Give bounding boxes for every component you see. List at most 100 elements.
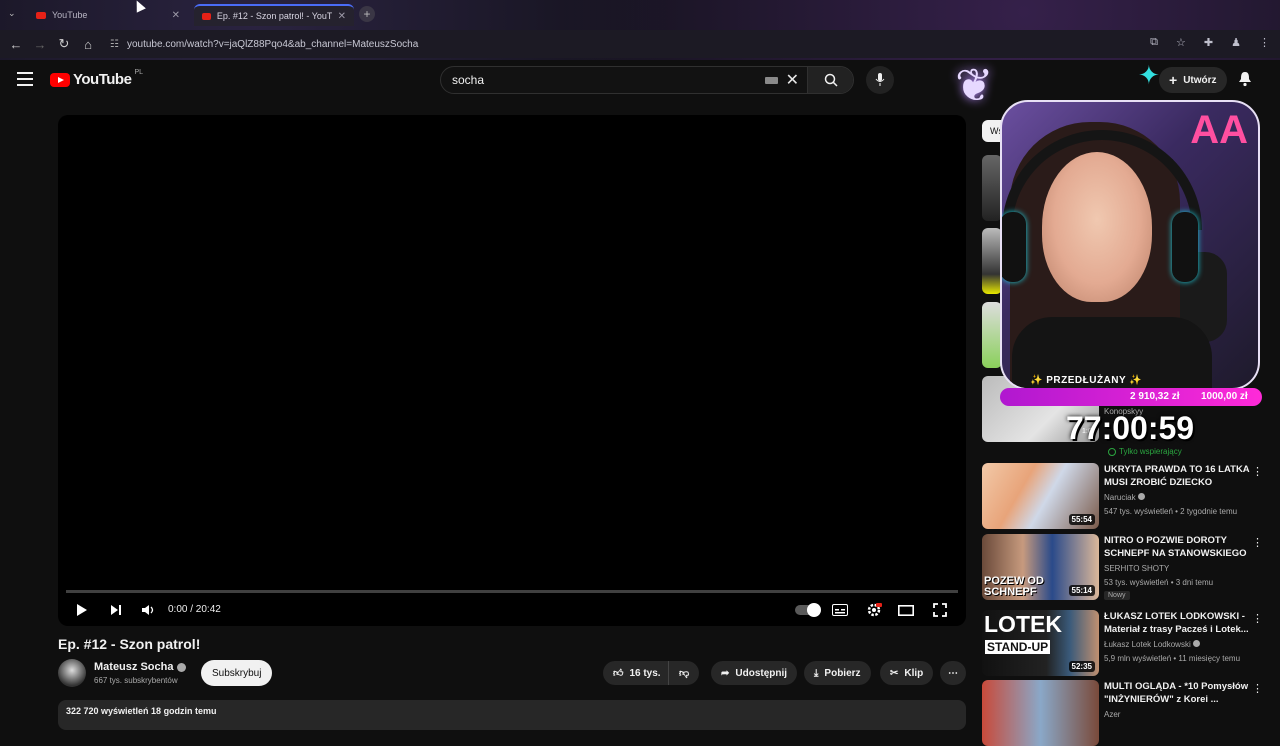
youtube-logo[interactable]: YouTube PL [50,69,143,88]
video-title: Ep. #12 - Szon patrol! [58,636,201,652]
recommendation-item[interactable]: MULTI OGLĄDA - *10 Pomysłów "INŻYNIERÓW"… [982,680,1272,746]
dislike-button[interactable]: 👎︎ [668,661,700,685]
autoplay-toggle[interactable] [792,597,822,623]
play-button[interactable] [72,597,92,623]
next-icon [111,605,121,615]
player-controls: 0:00 / 20:42 [58,597,966,623]
share-button[interactable]: ➦ Udostępnij [711,661,798,685]
youtube-header: YouTube PL ✕ + Utwórz [0,60,1280,100]
more-vertical-icon[interactable]: ⋮ [1252,465,1263,478]
channel-avatar[interactable] [58,659,86,687]
theater-mode-button[interactable] [896,597,916,623]
verified-icon [1137,493,1145,500]
url-field[interactable]: ☷ youtube.com/watch?v=jaQlZ88Pqo4&ab_cha… [110,33,1170,55]
thumbnail-subcaption: STAND-UP [985,640,1051,654]
tab-youtube[interactable]: YouTube ✕ [28,4,188,26]
search-input[interactable] [441,73,765,87]
address-bar-row: ← → ↻ ⌂ ☷ youtube.com/watch?v=jaQlZ88Pqo… [0,30,1280,58]
keyboard-icon[interactable] [764,76,778,84]
more-actions-button[interactable]: ⋯ [940,661,966,685]
video-meta: 53 tys. wyświetleń • 3 dni temu [1104,578,1214,587]
video-title[interactable]: ŁUKASZ LOTEK LODKOWSKI - Materiał z tras… [1104,610,1254,636]
more-vertical-icon[interactable]: ⋮ [1252,682,1263,695]
channel-name-text: Mateusz Socha [94,661,174,673]
thumbnail-caption: LOTEK [984,611,1062,637]
forward-icon[interactable]: → [28,32,52,56]
clip-button[interactable]: ✂ Klip [880,661,934,685]
video-player[interactable]: 0:00 / 20:42 [58,115,966,626]
reload-icon[interactable]: ↻ [52,32,76,56]
description-box[interactable]: 322 720 wyświetleń 18 godzin temu [58,700,966,730]
close-icon[interactable]: ✕ [172,10,180,21]
channel-name[interactable]: Mateusz Socha [94,661,187,673]
progress-bar[interactable] [66,590,958,593]
create-button[interactable]: + Utwórz [1159,67,1227,93]
extensions-icon[interactable]: ✚ [1204,36,1213,49]
bookmark-star-icon[interactable]: ☆ [1176,36,1186,49]
channel-name[interactable]: Łukasz Lotek Lodkowski [1104,640,1200,649]
microphone-icon [875,73,885,86]
notifications-bell-icon[interactable] [1238,71,1252,92]
gear-icon [867,603,882,617]
back-icon[interactable]: ← [4,32,28,56]
channel-name[interactable]: Naruciak [1104,493,1145,502]
close-icon[interactable]: ✕ [338,11,346,22]
webcam-overlay: AA [1000,100,1260,390]
clear-search-icon[interactable]: ✕ [786,70,799,90]
plus-icon: + [1169,72,1178,88]
country-code: PL [134,69,143,76]
next-button[interactable] [106,597,126,623]
video-title[interactable]: MULTI OGLĄDA - *10 Pomysłów "INŻYNIERÓW"… [1104,680,1254,706]
volume-button[interactable] [138,597,158,623]
profile-icon[interactable]: ♟ [1231,36,1241,49]
voice-search-button[interactable] [866,66,894,94]
thumbs-down-icon: 👎︎ [679,668,690,679]
more-vertical-icon[interactable]: ⋮ [1252,612,1263,625]
more-horizontal-icon: ⋯ [948,667,958,679]
download-button[interactable]: ⤓ Pobierz [804,661,871,685]
subscribe-button[interactable]: Subskrybuj [201,660,273,686]
subtitles-button[interactable] [830,597,850,623]
partial-thumbnail[interactable] [982,302,1002,368]
partial-thumbnail[interactable] [982,228,1002,294]
like-button[interactable]: 👍︎ 16 tys. [603,661,671,685]
new-tab-button[interactable]: + [359,6,375,22]
download-label: Pobierz [824,667,861,679]
video-thumbnail[interactable] [982,680,1099,746]
channel-name[interactable]: Azer [1104,710,1120,719]
fullscreen-button[interactable] [930,597,950,623]
recommendation-item[interactable]: 55:54 UKRYTA PRAWDA TO 16 LATKA MUSI ZRO… [982,463,1272,529]
play-icon [77,604,87,616]
youtube-favicon-icon [36,11,46,19]
tab-search-chevron-icon[interactable]: ⌄ [8,8,16,19]
install-app-icon[interactable]: ⧉ [1150,36,1158,49]
video-title[interactable]: NITRO O POZWIE DOROTY SCHNEPF NA STANOWS… [1104,534,1254,560]
recommendation-item[interactable]: POZEW OD SCHNEPF 55:14 NITRO O POZWIE DO… [982,534,1272,600]
channel-name[interactable]: SERHITO SHOTY [1104,564,1169,573]
thumbnail-caption: POZEW OD SCHNEPF [984,575,1044,598]
scissors-icon: ✂ [890,667,899,679]
tab-video[interactable]: Ep. #12 - Szon patrol! - YouTube ✕ [194,4,354,26]
search-icon [824,73,838,87]
video-thumbnail[interactable]: 55:54 [982,463,1099,529]
settings-button[interactable] [864,597,884,623]
youtube-favicon-icon [202,12,211,20]
share-arrow-icon: ➦ [721,667,730,679]
site-info-icon[interactable]: ☷ [110,39,119,50]
hamburger-menu-icon[interactable] [17,72,33,90]
home-icon[interactable]: ⌂ [76,32,100,56]
recommendation-item[interactable]: LOTEK STAND-UP 52:35 ŁUKASZ LOTEK LODKOW… [982,610,1272,676]
more-vertical-icon[interactable]: ⋮ [1252,536,1263,549]
search-button[interactable] [807,67,853,93]
subscriber-count: 667 tys. subskrybentów [94,676,178,685]
youtube-play-logo-icon [50,72,70,87]
extended-stream-banner: ✨ PRZEDŁUŻANY ✨ [1030,375,1143,386]
video-thumbnail[interactable]: POZEW OD SCHNEPF 55:14 [982,534,1099,600]
menu-icon[interactable]: ⋮ [1259,36,1270,49]
duration-label: 52:35 [1068,661,1095,672]
new-badge: Nowy [1104,591,1130,600]
video-thumbnail[interactable]: LOTEK STAND-UP 52:35 [982,610,1099,676]
verified-icon [1192,640,1200,647]
partial-thumbnail[interactable] [982,155,1002,221]
video-title[interactable]: UKRYTA PRAWDA TO 16 LATKA MUSI ZROBIĆ DZ… [1104,463,1254,489]
